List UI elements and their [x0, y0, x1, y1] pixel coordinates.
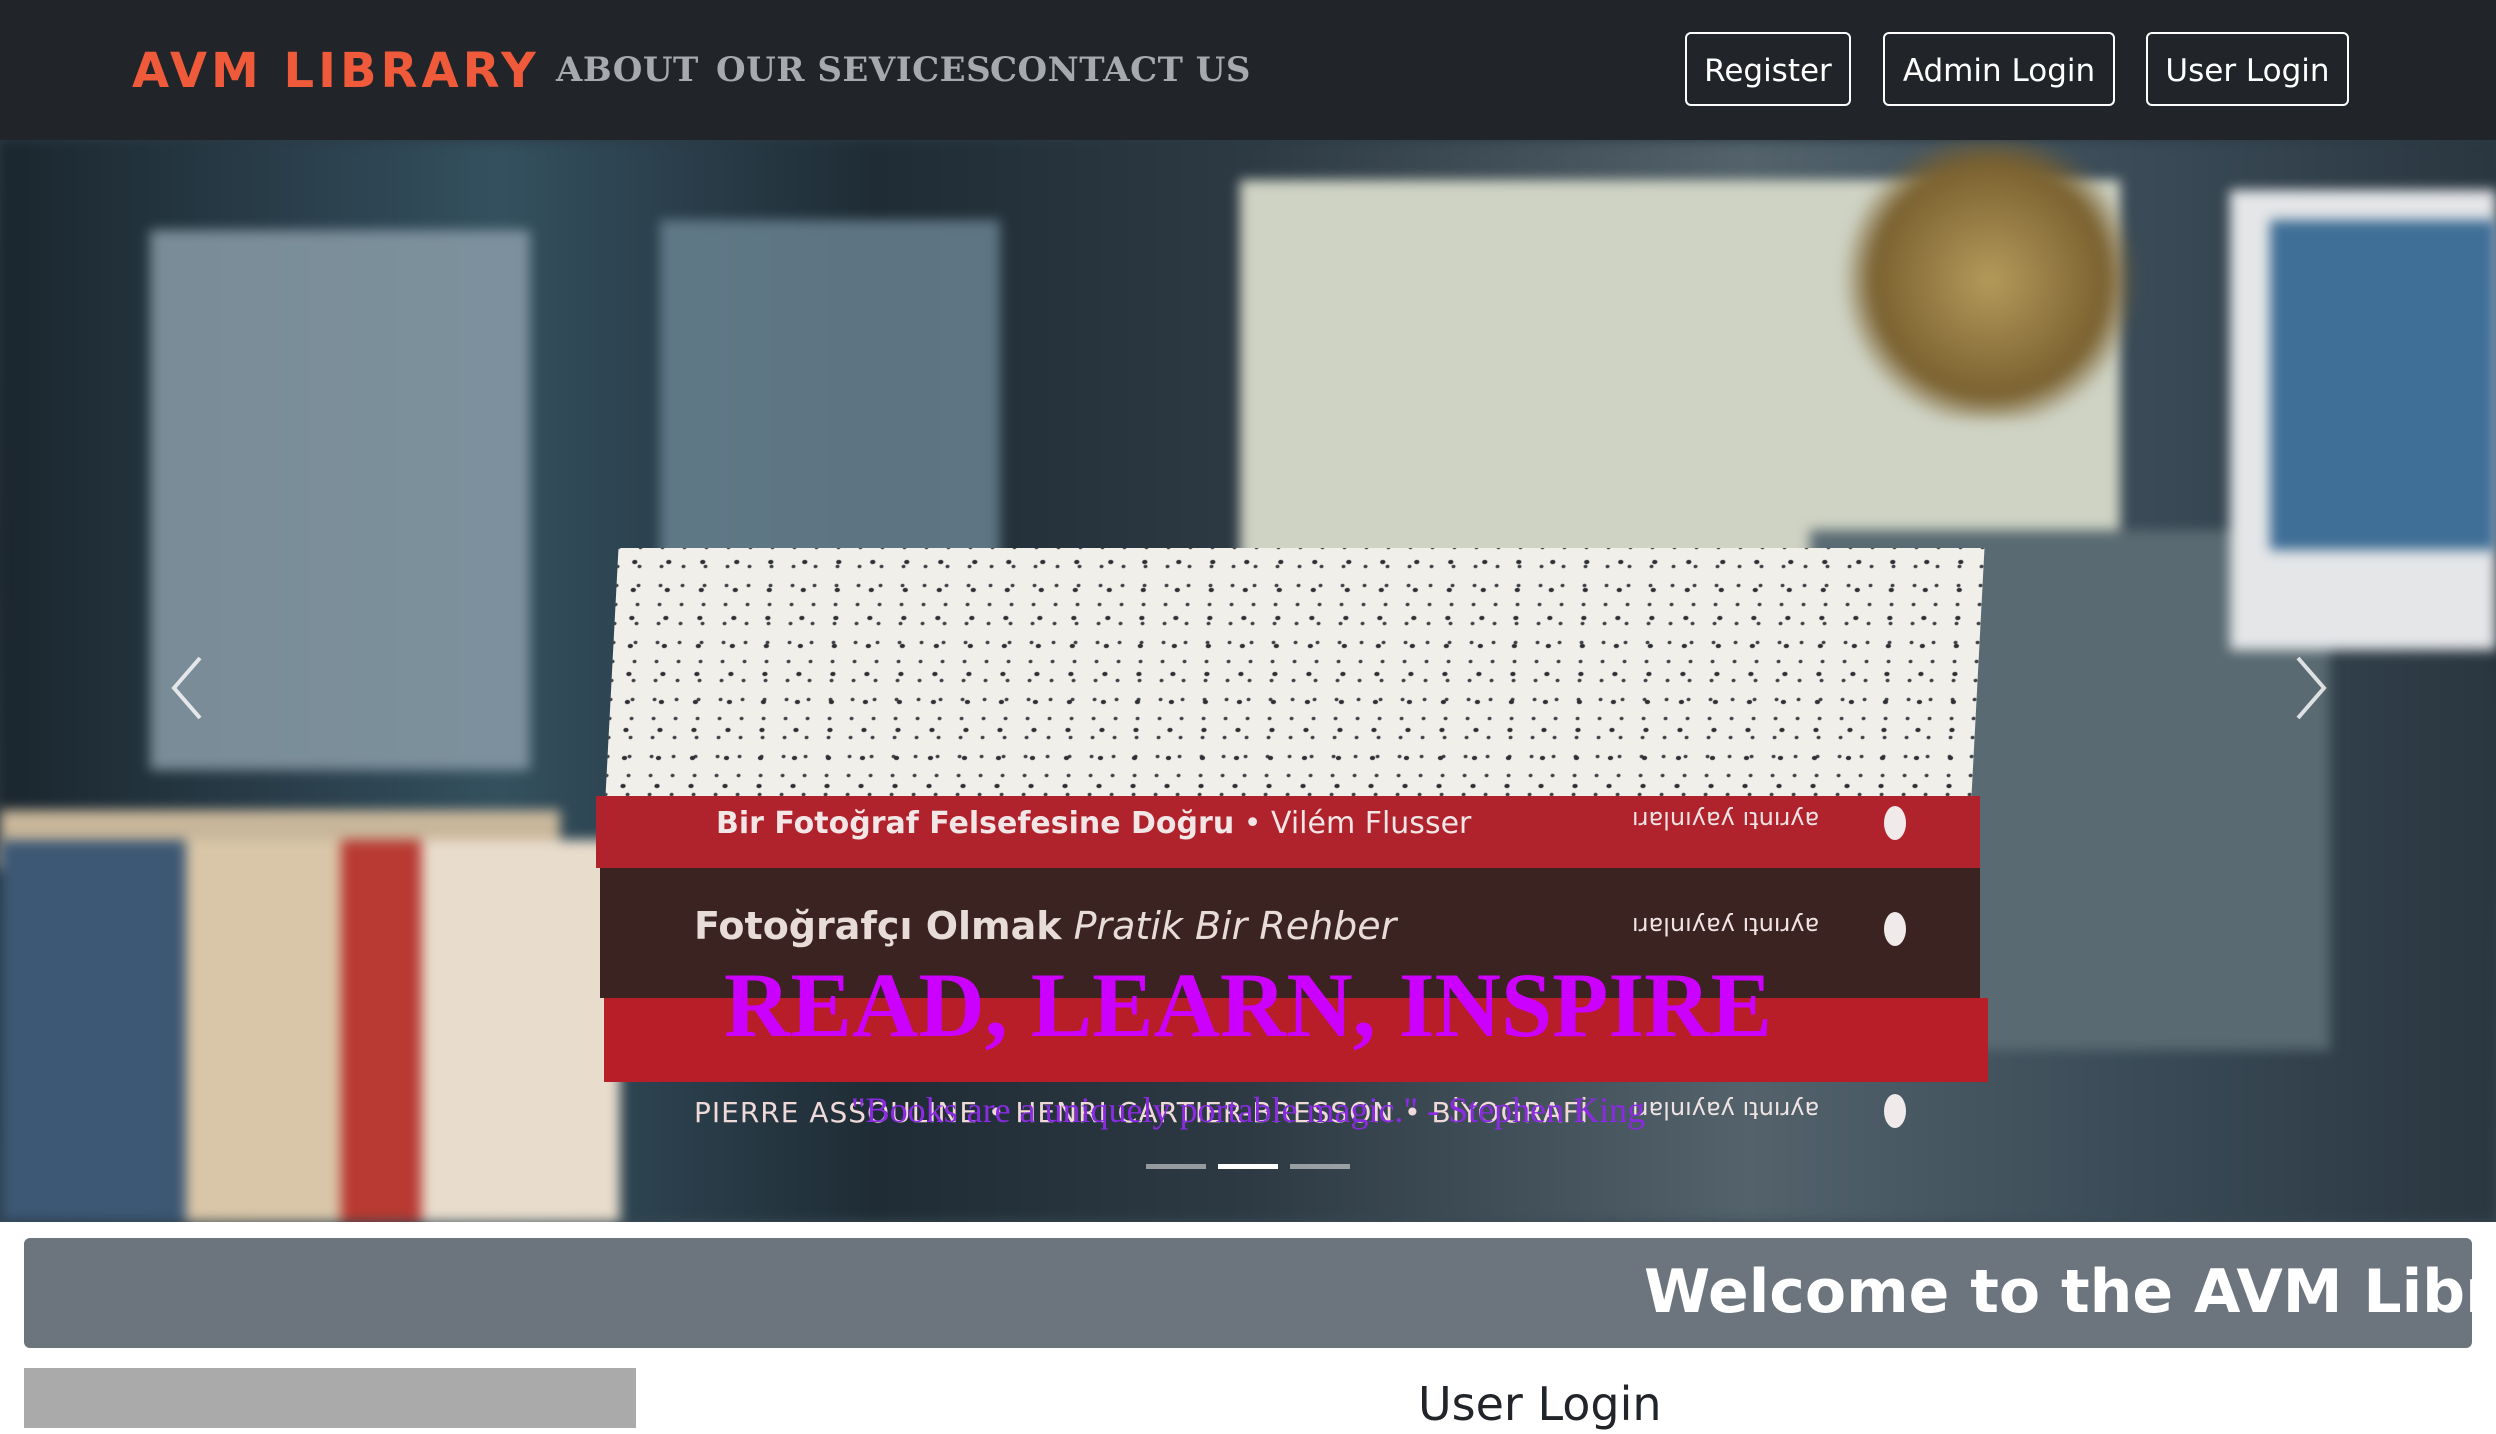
- user-login-heading: User Login: [1418, 1377, 1662, 1431]
- publisher-logo-icon: [1884, 912, 1906, 946]
- book-publisher: ayrıntı yayınları: [1632, 912, 1820, 940]
- carousel-indicator-active[interactable]: [1218, 1164, 1278, 1169]
- chevron-left-icon[interactable]: [160, 648, 220, 728]
- welcome-text: Welcome to the AVM Library: [1644, 1257, 2472, 1327]
- carousel-caption-title: READ, LEARN, INSPIRE: [724, 954, 1772, 1056]
- side-image-panel: [24, 1368, 636, 1428]
- publisher-logo-icon: [1884, 806, 1906, 840]
- welcome-marquee: Welcome to the AVM Library: [24, 1238, 2472, 1348]
- navbar: AVM LIBRARY ABOUT OUR SEVICES CONTACT US…: [0, 0, 2496, 140]
- background-postcard-image: [2270, 220, 2496, 550]
- carousel-caption-quote: "Books are a uniquely portable magic." -…: [850, 1090, 1646, 1130]
- book-spine-title: Bir Fotoğraf Felsefesine Doğru • Vilém F…: [716, 806, 1472, 841]
- user-login-button[interactable]: User Login: [2146, 32, 2349, 106]
- carousel-indicator[interactable]: [1146, 1164, 1206, 1169]
- nav-link-contact[interactable]: CONTACT US: [990, 46, 1251, 94]
- book-spine-title: Fotoğrafçı Olmak Pratik Bir Rehber: [694, 904, 1397, 948]
- register-button[interactable]: Register: [1685, 32, 1851, 106]
- admin-login-button[interactable]: Admin Login: [1883, 32, 2115, 106]
- nav-link-about[interactable]: ABOUT: [556, 46, 699, 94]
- book-top-cover: [605, 548, 1985, 796]
- carousel-indicators: [1146, 1164, 1350, 1170]
- carousel-indicator[interactable]: [1290, 1164, 1350, 1169]
- brand-logo[interactable]: AVM LIBRARY: [132, 38, 540, 104]
- chevron-right-icon[interactable]: [2278, 648, 2338, 728]
- nav-link-services[interactable]: OUR SEVICES: [716, 46, 991, 94]
- gift-bow: [1830, 140, 2150, 420]
- book-publisher: ayrıntı yayınları: [1632, 806, 1820, 834]
